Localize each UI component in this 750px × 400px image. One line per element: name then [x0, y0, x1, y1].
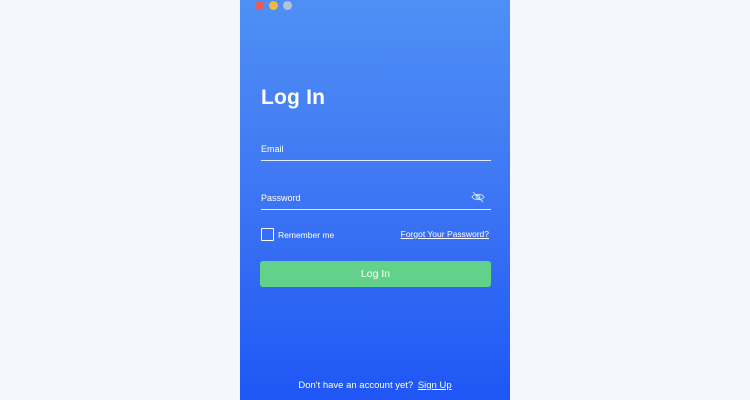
- login-button[interactable]: Log In: [260, 261, 491, 287]
- signup-link[interactable]: Sign Up: [418, 380, 452, 391]
- minimize-window-button[interactable]: [269, 1, 278, 10]
- password-field-container: [261, 187, 491, 210]
- login-window: Log In Remember me Forgot Your Password?…: [240, 0, 510, 400]
- page-title: Log In: [261, 86, 326, 109]
- remember-me-option[interactable]: Remember me: [261, 228, 334, 241]
- email-field[interactable]: [261, 138, 471, 160]
- signup-prompt-row: Don't have an account yet? Sign Up: [240, 380, 510, 391]
- forgot-password-link[interactable]: Forgot Your Password?: [401, 229, 489, 239]
- close-window-button[interactable]: [255, 1, 264, 10]
- zoom-window-button[interactable]: [283, 1, 292, 10]
- remember-me-label: Remember me: [278, 229, 335, 240]
- remember-me-checkbox[interactable]: [261, 228, 274, 241]
- password-field[interactable]: [261, 187, 471, 209]
- page: Log In Remember me Forgot Your Password?…: [0, 0, 750, 400]
- eye-slash-icon[interactable]: [471, 191, 485, 203]
- email-field-container: [261, 138, 491, 161]
- window-controls: [255, 1, 292, 10]
- signup-prompt-text: Don't have an account yet?: [298, 380, 414, 391]
